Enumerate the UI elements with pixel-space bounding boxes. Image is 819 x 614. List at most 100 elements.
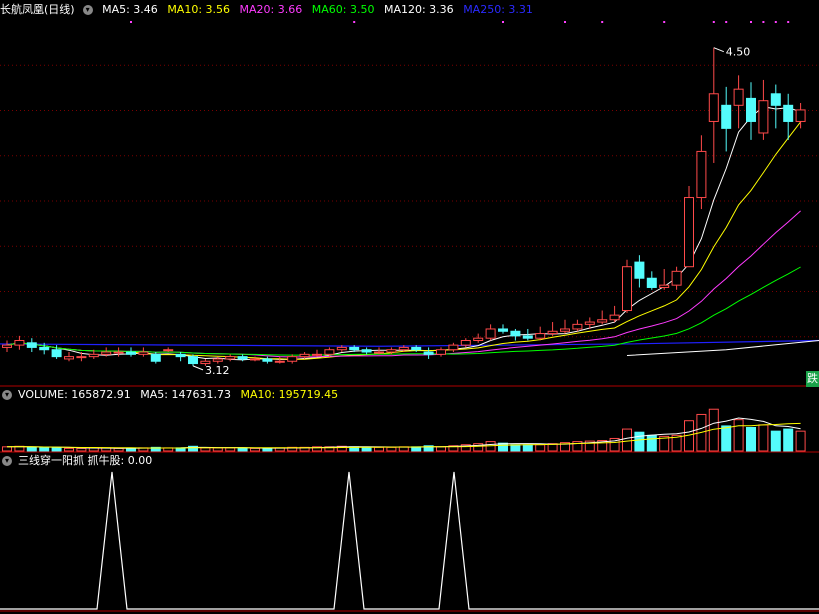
candle-body xyxy=(386,349,397,353)
candle-body xyxy=(262,358,273,362)
candle-body xyxy=(39,346,50,351)
candle-body xyxy=(299,353,310,358)
event-marker xyxy=(750,21,752,23)
candle-body xyxy=(485,328,496,339)
candle-body xyxy=(212,358,223,362)
candle-body xyxy=(101,351,112,355)
candle-body xyxy=(609,314,620,321)
volume-header: ▾ VOLUME: 165872.91 MA5: 147631.73 MA10: … xyxy=(0,387,344,403)
volume-bar xyxy=(535,444,546,452)
volume-bar xyxy=(386,446,397,452)
volume-bar xyxy=(721,425,732,452)
candle-body xyxy=(448,344,459,351)
ma60-legend: MA60: 3.50 xyxy=(311,3,375,16)
candle-body xyxy=(510,330,521,337)
volume-bar xyxy=(622,428,632,452)
candle-body xyxy=(646,277,657,288)
candle-body xyxy=(361,349,372,353)
candle-body xyxy=(312,353,322,356)
volume-bar xyxy=(374,446,384,452)
high-pointer xyxy=(713,47,724,53)
candle-body xyxy=(522,335,533,339)
high-label: 4.50 xyxy=(726,46,751,59)
volume-bar xyxy=(758,424,769,452)
event-marker xyxy=(787,21,790,23)
ma250-line xyxy=(0,339,819,347)
volume-ma10-legend: MA10: 195719.45 xyxy=(240,388,339,401)
event-marker xyxy=(130,21,132,23)
volume-bar xyxy=(64,447,74,452)
volume-bar xyxy=(26,446,37,452)
volume-bar xyxy=(250,447,260,452)
candle-body xyxy=(622,266,632,312)
stock-title[interactable]: 长航凤凰(日线) xyxy=(0,3,75,16)
volume-bar xyxy=(39,446,50,452)
volume-bar xyxy=(783,428,794,452)
candle-body xyxy=(237,356,248,360)
ma10-legend: MA10: 3.56 xyxy=(167,3,231,16)
candle-body xyxy=(287,356,298,362)
candle-body xyxy=(398,346,409,351)
toggle-icon[interactable]: ▾ xyxy=(82,5,93,15)
candle-body xyxy=(76,356,87,359)
candle-body xyxy=(336,346,347,351)
ma5-line xyxy=(6,106,801,361)
event-marker xyxy=(353,21,356,23)
candle-body xyxy=(88,353,99,358)
candle-body xyxy=(374,351,384,354)
candle-body xyxy=(163,349,174,352)
candle-body xyxy=(634,261,645,279)
event-marker xyxy=(564,21,566,23)
indicator-legend: 三线穿一阳抓 抓牛股: 0.00 xyxy=(18,454,153,467)
event-marker xyxy=(663,21,666,23)
event-marker xyxy=(502,21,504,23)
volume-legend: VOLUME: 165872.91 xyxy=(18,388,131,401)
fall-badge[interactable]: 跌 xyxy=(806,371,819,387)
candle-body xyxy=(547,330,558,335)
toggle-icon[interactable]: ▾ xyxy=(2,456,12,466)
toggle-icon[interactable]: ▾ xyxy=(2,390,12,400)
event-marker xyxy=(712,21,715,23)
candle-body xyxy=(560,328,570,332)
candle-body xyxy=(770,93,781,106)
candle-body xyxy=(175,353,186,358)
volume-bar xyxy=(113,447,124,452)
candle-body xyxy=(684,197,694,268)
low-label: 3.12 xyxy=(205,364,230,377)
candle-body xyxy=(783,104,794,122)
candle-body xyxy=(26,342,37,348)
candle-body xyxy=(597,319,608,323)
indicator-header: ▾ 三线穿一阳抓 抓牛股: 0.00 xyxy=(0,453,158,469)
volume-bar xyxy=(262,447,273,452)
volume-bar xyxy=(522,444,533,452)
stock-chart: 4.50 3.12 xyxy=(0,21,819,612)
candle-body xyxy=(535,333,546,339)
ma20-legend: MA20: 3.66 xyxy=(239,3,303,16)
candle-body xyxy=(349,346,360,351)
volume-bar xyxy=(200,447,211,452)
candle-body xyxy=(659,284,670,288)
candle-body xyxy=(126,351,136,355)
candle-body xyxy=(572,323,583,330)
low-pointer xyxy=(192,365,204,371)
volume-bar xyxy=(634,431,645,452)
candle-body xyxy=(746,97,756,122)
candle-body xyxy=(460,339,471,346)
candle-body xyxy=(64,356,74,360)
volume-bar xyxy=(746,427,756,452)
candle-body xyxy=(411,346,422,351)
volume-bar xyxy=(770,430,781,452)
candle-body xyxy=(423,351,434,355)
candle-body xyxy=(696,150,707,199)
candle-body xyxy=(188,356,198,365)
volume-bar xyxy=(225,447,236,452)
volume-bar xyxy=(436,446,446,452)
event-marker xyxy=(601,21,604,23)
volume-bar xyxy=(733,419,744,452)
event-marker xyxy=(725,21,728,23)
candle-body xyxy=(51,349,62,358)
volume-bar xyxy=(2,446,12,452)
candle-body xyxy=(14,339,25,346)
volume-bar xyxy=(212,447,223,452)
event-marker xyxy=(774,21,777,23)
